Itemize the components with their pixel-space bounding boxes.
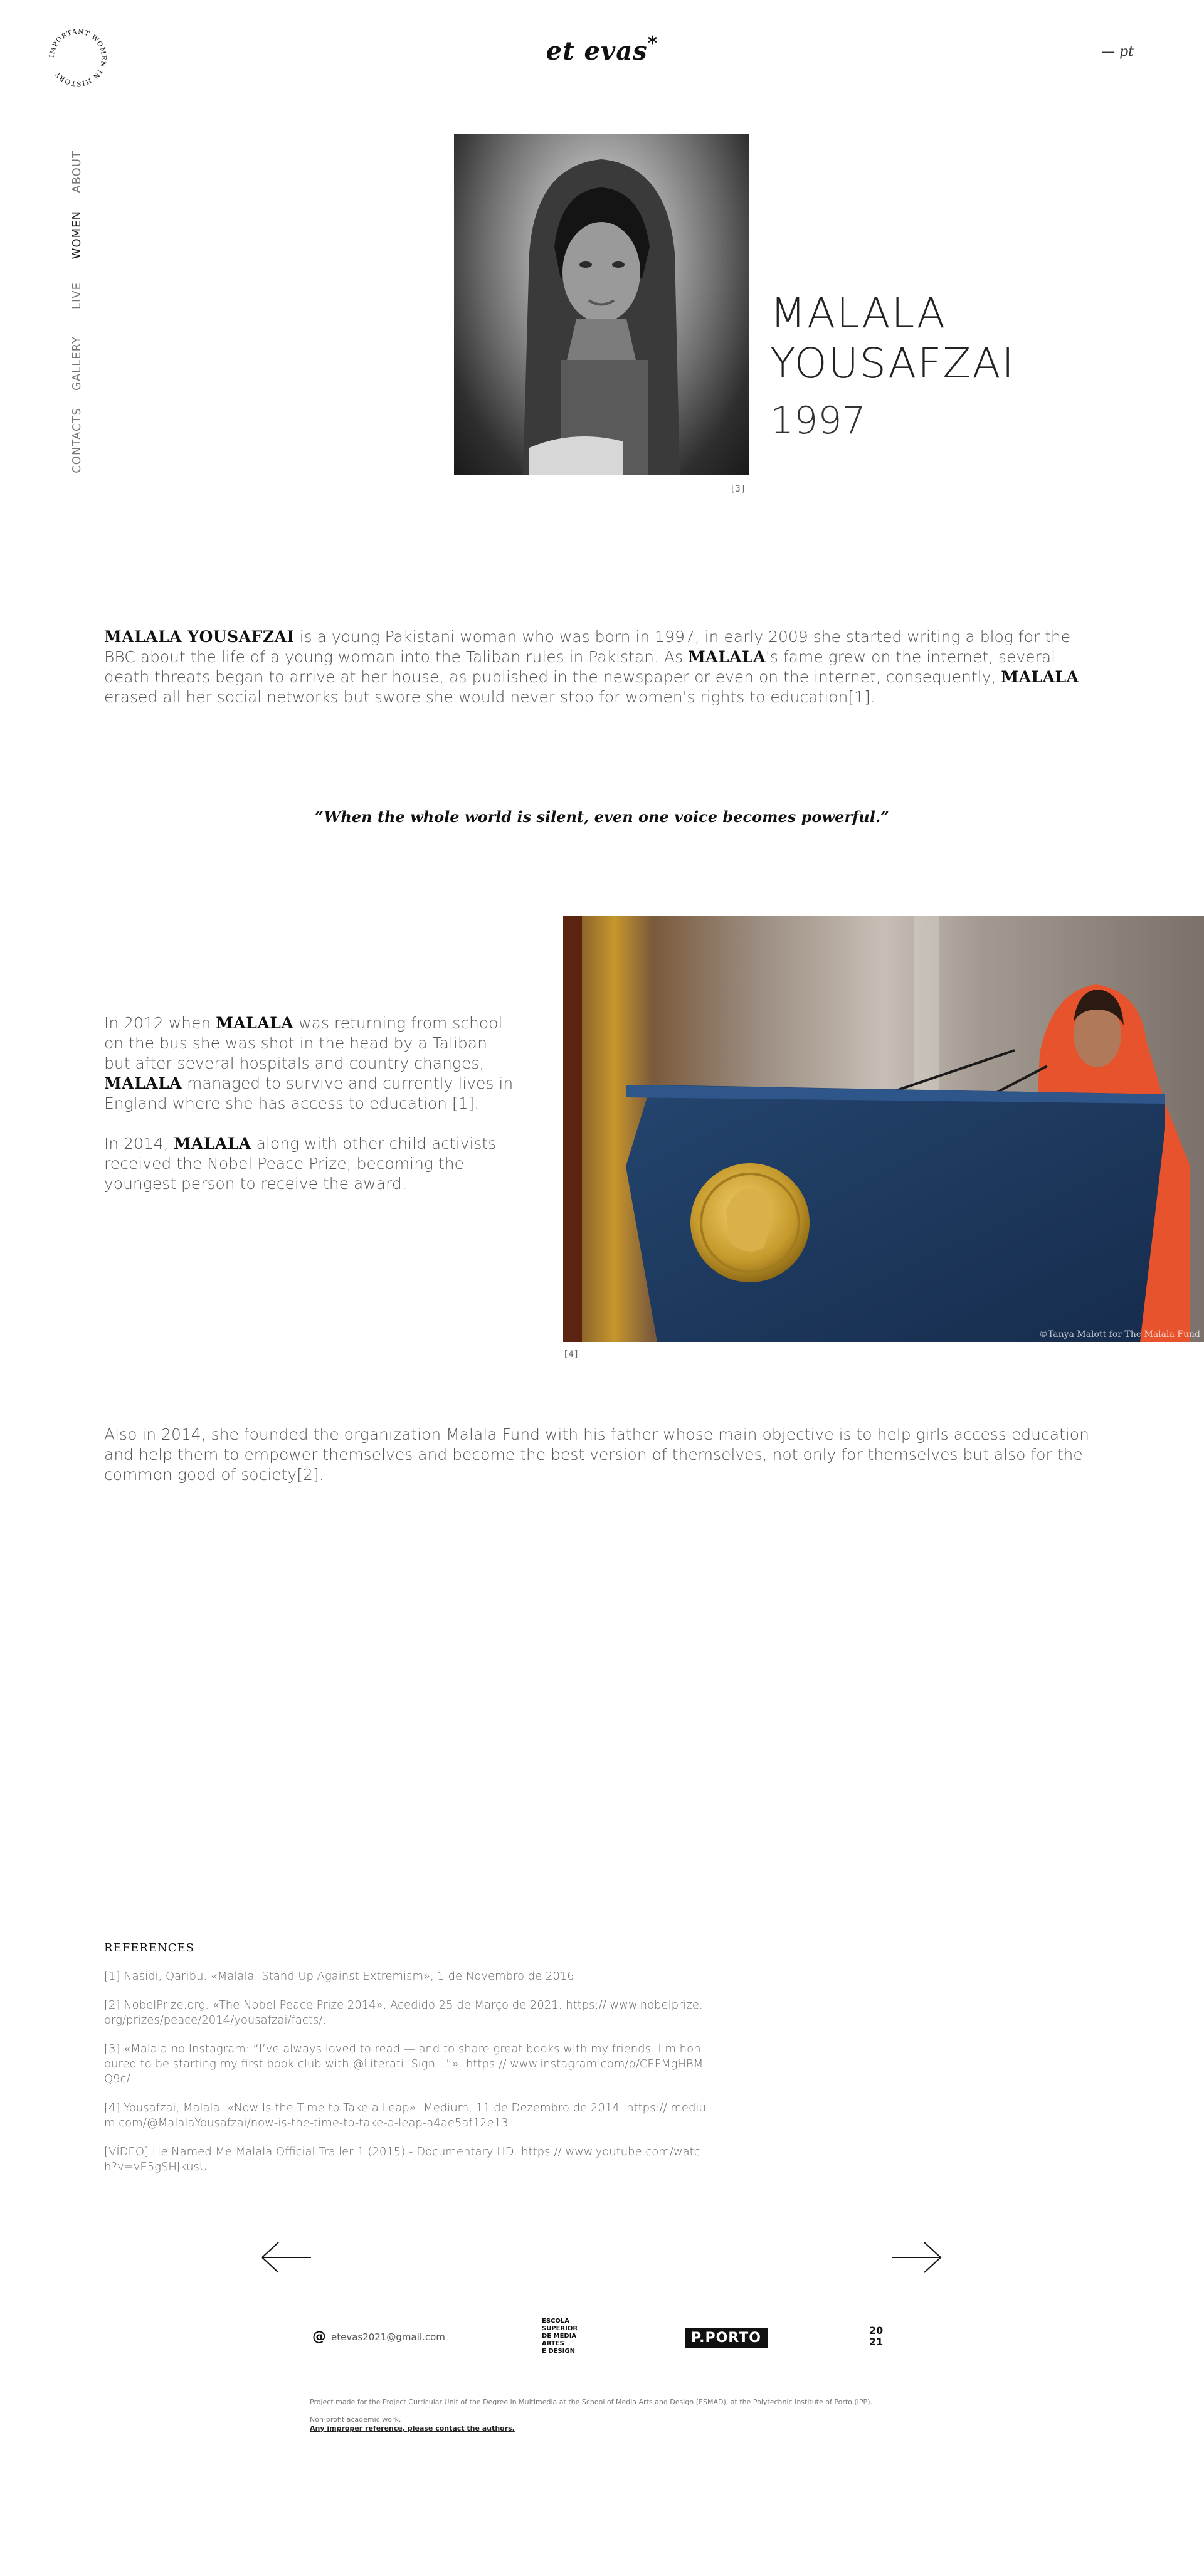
esmad-line: DE MEDIA xyxy=(542,2333,577,2340)
intro-text-3: erased all her social networks but swore… xyxy=(104,688,875,706)
intro-paragraph: MALALA YOUSAFZAI is a young Pakistani wo… xyxy=(104,627,1101,707)
nav-item-gallery[interactable]: GALLERY xyxy=(70,336,83,391)
esmad-line: ESCOLA xyxy=(542,2318,569,2325)
esmad-line: ARTES xyxy=(542,2340,564,2347)
pporto-logo: P.PORTO xyxy=(685,2328,768,2348)
nav-item-women[interactable]: WOMEN xyxy=(70,211,83,259)
intro-name-1: MALALA xyxy=(687,648,766,666)
nav-item-live[interactable]: LIVE xyxy=(70,282,83,309)
nobel-photo-caption: [4] xyxy=(563,1349,579,1359)
nobel-speech-illustration xyxy=(563,916,1204,1342)
reference-item[interactable]: [3] «Malala no Instagram: “I’ve always l… xyxy=(104,2042,706,2087)
brand-title[interactable]: et evas* xyxy=(0,33,1204,66)
story-paragraph-1: In 2012 when MALALA was returning from s… xyxy=(104,1013,514,1114)
reference-item: [1] Nasidi, Qaribu. «Malala: Stand Up Ag… xyxy=(104,1970,578,1983)
references-list: [1] Nasidi, Qaribu. «Malala: Stand Up Ag… xyxy=(104,1969,706,2188)
footer-contact-link[interactable]: Any improper reference, please contact t… xyxy=(310,2424,515,2432)
portrait-caption: [3] xyxy=(730,484,746,494)
portrait-photo xyxy=(454,134,749,475)
fund-paragraph: Also in 2014, she founded the organizati… xyxy=(104,1425,1089,1484)
photo-credit: ©Tanya Malott for The Malala Fund xyxy=(1039,1329,1200,1339)
story-paragraph-2: In 2014, MALALA along with other child a… xyxy=(104,1134,514,1194)
at-icon: @ xyxy=(312,2329,326,2345)
next-arrow-icon[interactable] xyxy=(890,2241,943,2274)
esmad-logo: ESCOLA SUPERIOR DE MEDIA ARTES E DESIGN xyxy=(542,2318,578,2355)
hero-name: MALALA YOUSAFZAI xyxy=(770,288,1015,389)
footer-email: etevas2021@gmail.com xyxy=(331,2331,445,2343)
esmad-line: E DESIGN xyxy=(542,2348,575,2355)
footer-project-note: Project made for the Project Curricular … xyxy=(310,2398,872,2406)
nav-item-contacts[interactable]: CONTACTS xyxy=(70,408,83,473)
reference-item[interactable]: [VÍDEO] He Named Me Malala Official Trai… xyxy=(104,2145,706,2175)
quote: “When the whole world is silent, even on… xyxy=(314,808,890,826)
footer-email-link[interactable]: @ etevas2021@gmail.com xyxy=(312,2329,445,2345)
brand-name: et evas xyxy=(546,36,648,66)
story-name: MALALA xyxy=(173,1134,251,1153)
story-name: MALALA xyxy=(216,1014,294,1032)
esmad-line: SUPERIOR xyxy=(542,2325,578,2332)
nobel-speech-photo: ©Tanya Malott for The Malala Fund xyxy=(563,916,1204,1342)
previous-arrow-icon[interactable] xyxy=(260,2241,312,2274)
reference-item[interactable]: [4] Yousafzai, Malala. «Now Is the Time … xyxy=(104,2101,706,2131)
intro-name-2: MALALA xyxy=(1001,668,1079,686)
hero-year: 1997 xyxy=(770,399,866,443)
story-name: MALALA xyxy=(104,1074,182,1092)
brand-star-icon: * xyxy=(647,33,658,55)
story-text: In 2014, xyxy=(104,1134,174,1153)
hero-name-line1: MALALA xyxy=(770,289,946,337)
language-switch[interactable]: — pt xyxy=(1101,44,1134,60)
year-bottom: 21 xyxy=(869,2336,884,2348)
nav-item-about[interactable]: ABOUT xyxy=(70,150,83,193)
story-text: In 2012 when xyxy=(104,1014,216,1032)
footer-nonprofit-note: Non-profit academic work. xyxy=(310,2415,401,2424)
portrait-figure xyxy=(523,159,680,475)
reference-item[interactable]: [2] NobelPrize.org. «The Nobel Peace Pri… xyxy=(104,1998,706,2028)
year-mark: 20 21 xyxy=(869,2325,883,2348)
hero-name-line2: YOUSAFZAI xyxy=(770,339,1016,388)
intro-name: MALALA YOUSAFZAI xyxy=(104,628,295,646)
year-top: 20 xyxy=(869,2325,884,2336)
references-title: REFERENCES xyxy=(104,1941,195,1955)
